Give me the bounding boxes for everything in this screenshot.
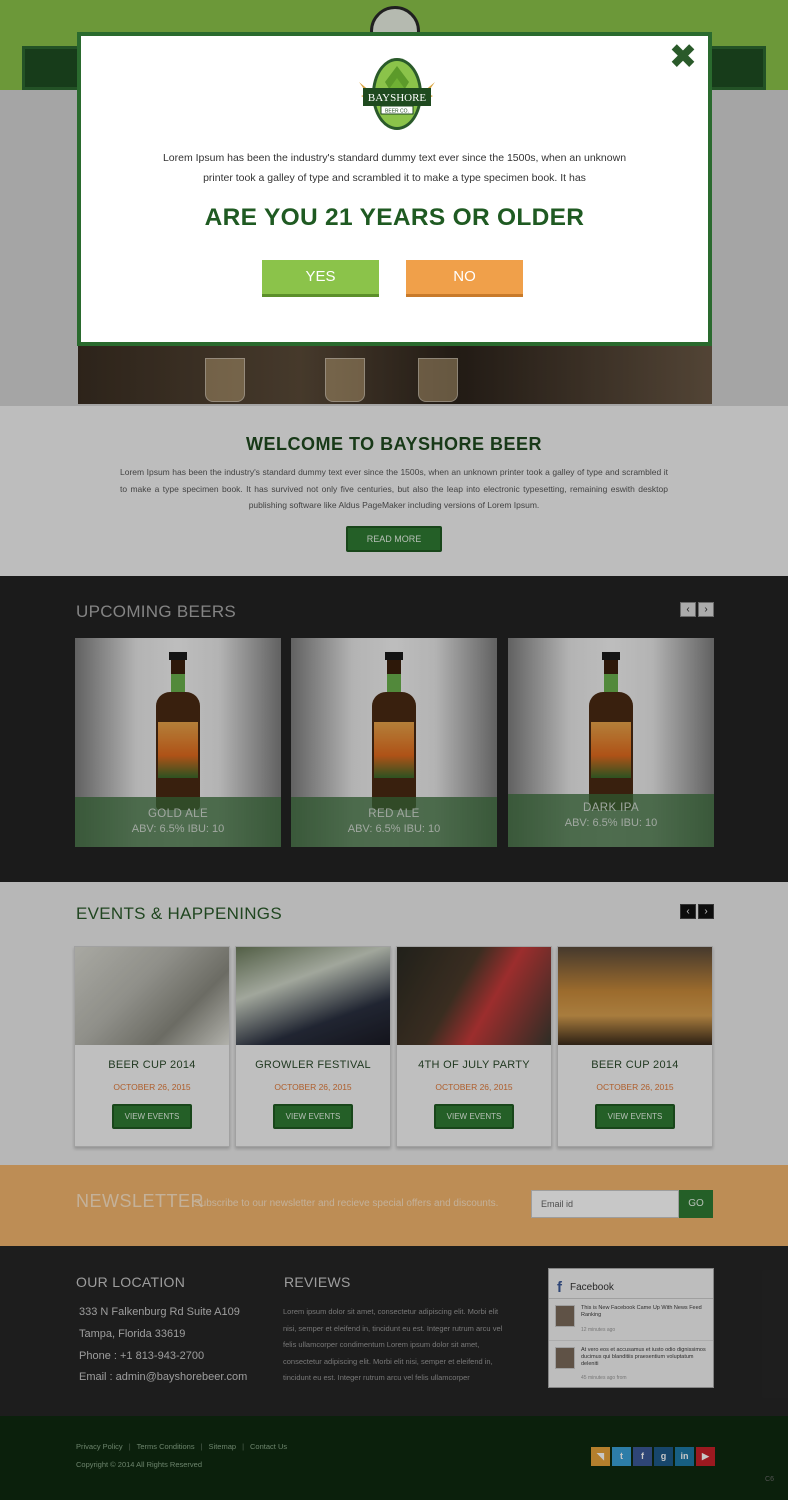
bayshore-logo: BAYSHORE BEER CO.	[359, 58, 435, 130]
age-question: ARE YOU 21 YEARS OR OLDER	[204, 204, 585, 231]
close-icon[interactable]: ✖	[668, 40, 698, 74]
no-button[interactable]: NO	[406, 260, 523, 297]
yes-button[interactable]: YES	[262, 260, 379, 297]
age-verification-modal: ✖ BAYSHORE BEER CO. Lorem Ipsum has been…	[77, 32, 712, 346]
svg-text:BEER CO.: BEER CO.	[385, 109, 409, 115]
modal-text: Lorem Ipsum has been the industry's stan…	[162, 152, 627, 184]
svg-text:BAYSHORE: BAYSHORE	[368, 92, 427, 104]
